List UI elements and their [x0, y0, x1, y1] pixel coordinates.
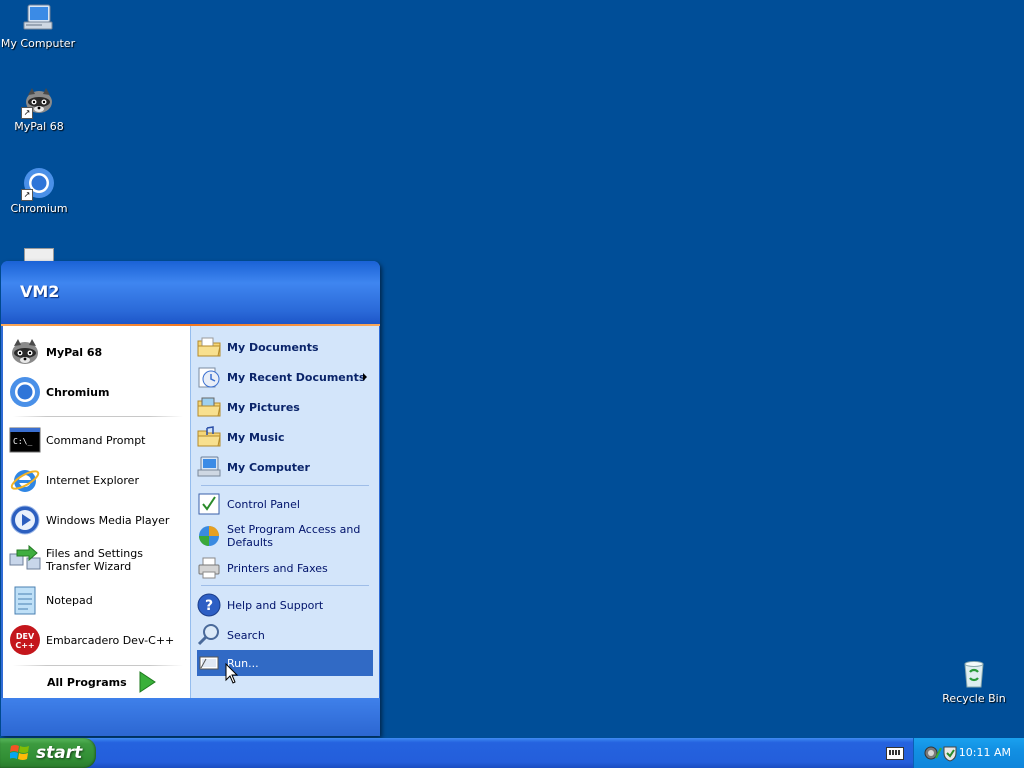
desktop-icon-recycle-bin[interactable]: Recycle Bin: [936, 657, 1012, 705]
places-item-control-panel[interactable]: Control Panel: [197, 490, 373, 518]
places-item-label: My Pictures: [227, 400, 300, 414]
chromium-icon: ↗: [21, 167, 55, 201]
recent-item-label: Notepad: [46, 593, 93, 607]
recycle-bin-icon: [958, 657, 990, 689]
shortcut-arrow-icon: ↗: [21, 107, 33, 119]
internet-explorer-icon: [9, 464, 41, 496]
computer-icon: [197, 455, 221, 479]
keyboard-layout-icon[interactable]: [886, 747, 904, 760]
places-item-help[interactable]: ? Help and Support: [197, 591, 373, 619]
start-menu-right-pane: My Documents My Recent Documents My Pict…: [190, 326, 379, 698]
start-label: start: [36, 743, 83, 763]
run-icon: [197, 651, 221, 675]
pinned-item-label: MyPal 68: [46, 345, 103, 359]
places-item-label: My Music: [227, 430, 285, 444]
submenu-arrow-icon: [363, 373, 367, 381]
security-shield-icon[interactable]: [942, 744, 958, 762]
recent-item-label: Command Prompt: [46, 433, 146, 447]
svg-text:?: ?: [205, 598, 213, 614]
command-prompt-icon: C:\_: [9, 424, 41, 456]
start-menu: VM2 MyPal 68 Chromium C:\_ Command Promp…: [1, 261, 380, 736]
start-menu-left-pane: MyPal 68 Chromium C:\_ Command Prompt In…: [3, 326, 190, 698]
places-item-label: Set Program Access and Defaults: [227, 523, 361, 549]
places-item-my-music[interactable]: My Music: [197, 423, 373, 451]
shortcut-arrow-icon: ↗: [21, 189, 33, 201]
network-status-icon[interactable]: [924, 744, 942, 762]
devcpp-icon: DEV C++: [9, 624, 41, 656]
desktop-icon-label: Recycle Bin: [942, 692, 1006, 705]
recent-item-label: Files and Settings Transfer Wizard: [46, 547, 143, 573]
media-player-icon: [9, 504, 41, 536]
recent-item-notepad[interactable]: Notepad: [9, 582, 187, 618]
recent-item-label: Internet Explorer: [46, 473, 139, 487]
folder-pictures-icon: [197, 395, 221, 419]
right-separator: [201, 485, 369, 486]
recent-documents-icon: [197, 365, 221, 389]
search-icon: [197, 623, 221, 647]
right-separator: [201, 585, 369, 586]
places-item-label: My Computer: [227, 460, 310, 474]
transfer-wizard-icon: [9, 544, 41, 576]
clock[interactable]: 10:11 AM: [959, 746, 1011, 759]
recent-item-command-prompt[interactable]: C:\_ Command Prompt: [9, 422, 187, 458]
places-item-label: Printers and Faxes: [227, 561, 328, 575]
notepad-icon: [9, 584, 41, 616]
desktop-icon-my-computer[interactable]: My Computer: [0, 2, 76, 50]
all-programs-label: All Programs: [47, 675, 127, 689]
places-item-run[interactable]: Run...: [197, 650, 373, 676]
windows-logo-icon: [10, 745, 29, 760]
recent-item-media-player[interactable]: Windows Media Player: [9, 502, 187, 538]
svg-text:DEV: DEV: [16, 632, 35, 641]
user-name: VM2: [20, 282, 60, 301]
raccoon-icon: [9, 336, 41, 368]
program-access-icon: [197, 524, 221, 548]
places-item-label: Search: [227, 628, 265, 642]
mouse-cursor-icon: [225, 663, 239, 684]
system-tray: 10:11 AM: [913, 738, 1024, 768]
chromium-icon: [9, 376, 41, 408]
computer-icon: [22, 2, 54, 34]
help-icon: ?: [197, 593, 221, 617]
svg-text:C++: C++: [15, 641, 34, 650]
recent-item-label: Embarcadero Dev-C++: [46, 633, 175, 647]
places-item-label: My Recent Documents: [227, 370, 366, 384]
left-separator: [13, 416, 183, 417]
desktop-icon-label: Chromium: [10, 202, 68, 215]
green-arrow-icon: [139, 671, 156, 693]
pinned-item-chromium[interactable]: Chromium: [9, 374, 187, 410]
places-item-label: Help and Support: [227, 598, 324, 612]
places-item-search[interactable]: Search: [197, 621, 373, 649]
desktop-icon-label: My Computer: [0, 37, 76, 50]
folder-music-icon: [197, 425, 221, 449]
svg-text:C:\_: C:\_: [13, 437, 32, 446]
desktop-icon-label: MyPal 68: [14, 120, 64, 133]
places-item-program-access[interactable]: Set Program Access and Defaults: [197, 520, 373, 552]
raccoon-icon: ↗: [21, 85, 55, 119]
control-panel-icon: [197, 492, 221, 516]
folder-documents-icon: [197, 335, 221, 359]
pinned-item-mypal[interactable]: MyPal 68: [9, 334, 187, 370]
recent-item-label: Windows Media Player: [46, 513, 170, 527]
start-menu-footer: [1, 698, 380, 736]
printer-icon: [197, 556, 221, 580]
places-item-my-computer[interactable]: My Computer: [197, 453, 373, 481]
places-item-printers[interactable]: Printers and Faxes: [197, 554, 373, 582]
places-item-my-recent-documents[interactable]: My Recent Documents: [197, 363, 373, 391]
places-item-my-pictures[interactable]: My Pictures: [197, 393, 373, 421]
recent-item-devcpp[interactable]: DEV C++ Embarcadero Dev-C++: [9, 622, 187, 658]
left-separator: [13, 665, 183, 666]
desktop-icon-mypal[interactable]: ↗ MyPal 68: [1, 85, 77, 133]
recent-item-internet-explorer[interactable]: Internet Explorer: [9, 462, 187, 498]
places-item-label: Control Panel: [227, 497, 300, 511]
recent-item-transfer-wizard[interactable]: Files and Settings Transfer Wizard: [9, 542, 187, 578]
taskbar: start 10:11 AM: [0, 738, 1024, 768]
all-programs-button[interactable]: All Programs: [47, 667, 157, 697]
pinned-item-label: Chromium: [46, 385, 110, 399]
places-item-my-documents[interactable]: My Documents: [197, 333, 373, 361]
start-menu-header: VM2: [1, 261, 380, 324]
start-button[interactable]: start: [0, 738, 96, 768]
places-item-label: My Documents: [227, 340, 319, 354]
desktop-icon-chromium[interactable]: ↗ Chromium: [1, 167, 77, 215]
